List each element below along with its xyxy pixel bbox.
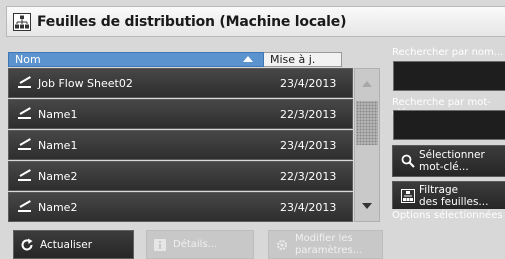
search-keyword-input[interactable] xyxy=(393,110,505,140)
row-date: 23/4/2013 xyxy=(280,200,337,214)
column-header-name[interactable]: Nom xyxy=(8,52,264,67)
distribution-sheet-icon xyxy=(13,12,31,31)
row-date: 22/3/2013 xyxy=(280,169,337,183)
details-label: Détails... xyxy=(173,239,218,250)
scroll-thumb[interactable] xyxy=(356,101,378,145)
select-keyword-button[interactable]: Sélectionner mot-clé... xyxy=(392,145,505,177)
arrow-down-icon xyxy=(362,203,372,209)
refresh-label: Actualiser xyxy=(40,238,93,251)
selected-options-note: Options sélectionnées xyxy=(392,210,503,221)
row-name: Name2 xyxy=(38,200,78,214)
table-row[interactable]: Name1 23/4/2013 xyxy=(8,130,353,160)
row-name: Name1 xyxy=(38,107,78,121)
edit-sheet-icon xyxy=(18,140,32,150)
table-row[interactable]: Job Flow Sheet02 23/4/2013 xyxy=(8,68,353,98)
window-title-bar: Feuilles de distribution (Machine locale… xyxy=(6,6,505,37)
refresh-icon xyxy=(14,238,40,252)
sheet-list: Job Flow Sheet02 23/4/2013 Name1 22/3/20… xyxy=(8,68,353,223)
select-keyword-label: Sélectionner mot-clé... xyxy=(419,149,485,173)
settings-gear-icon xyxy=(269,239,295,251)
row-date: 22/3/2013 xyxy=(280,107,337,121)
filter-sheets-button[interactable]: Filtrage des feuilles... xyxy=(392,181,505,209)
edit-sheet-icon xyxy=(18,78,32,88)
info-icon xyxy=(147,238,173,251)
row-date: 23/4/2013 xyxy=(280,138,337,152)
edit-sheet-icon xyxy=(18,109,32,119)
scroll-down-button[interactable] xyxy=(355,191,379,221)
table-row[interactable]: Name1 22/3/2013 xyxy=(8,99,353,129)
sort-ascending-icon xyxy=(243,56,253,62)
row-date: 23/4/2013 xyxy=(280,76,337,90)
details-button[interactable]: Détails... xyxy=(146,230,254,259)
table-row[interactable]: Name2 22/3/2013 xyxy=(8,161,353,191)
column-header-date[interactable]: Mise à j. xyxy=(264,52,342,67)
edit-sheet-icon xyxy=(18,171,32,181)
list-header: Nom Mise à j. xyxy=(8,52,342,67)
page-title: Feuilles de distribution (Machine locale… xyxy=(37,13,347,30)
list-scrollbar[interactable] xyxy=(354,68,380,222)
column-header-date-label: Mise à j. xyxy=(270,53,316,66)
edit-sheet-icon xyxy=(18,202,32,212)
modify-settings-button[interactable]: Modifier les paramètres... xyxy=(268,230,383,259)
row-name: Name2 xyxy=(38,169,78,183)
search-name-label: Rechercher par nom... xyxy=(392,47,504,58)
arrow-up-icon xyxy=(362,81,372,87)
table-row[interactable]: Name2 23/4/2013 xyxy=(8,192,353,222)
row-name: Name1 xyxy=(38,138,78,152)
filter-sheets-label: Filtrage des feuilles... xyxy=(419,183,489,208)
scroll-up-button[interactable] xyxy=(355,69,379,99)
row-name: Job Flow Sheet02 xyxy=(38,76,133,90)
filter-sheets-icon xyxy=(397,188,419,203)
search-name-input[interactable] xyxy=(393,61,505,91)
magnifier-icon xyxy=(397,154,419,168)
modify-settings-label: Modifier les paramètres... xyxy=(295,232,363,256)
refresh-button[interactable]: Actualiser xyxy=(13,230,134,259)
column-header-name-label: Nom xyxy=(15,53,41,66)
